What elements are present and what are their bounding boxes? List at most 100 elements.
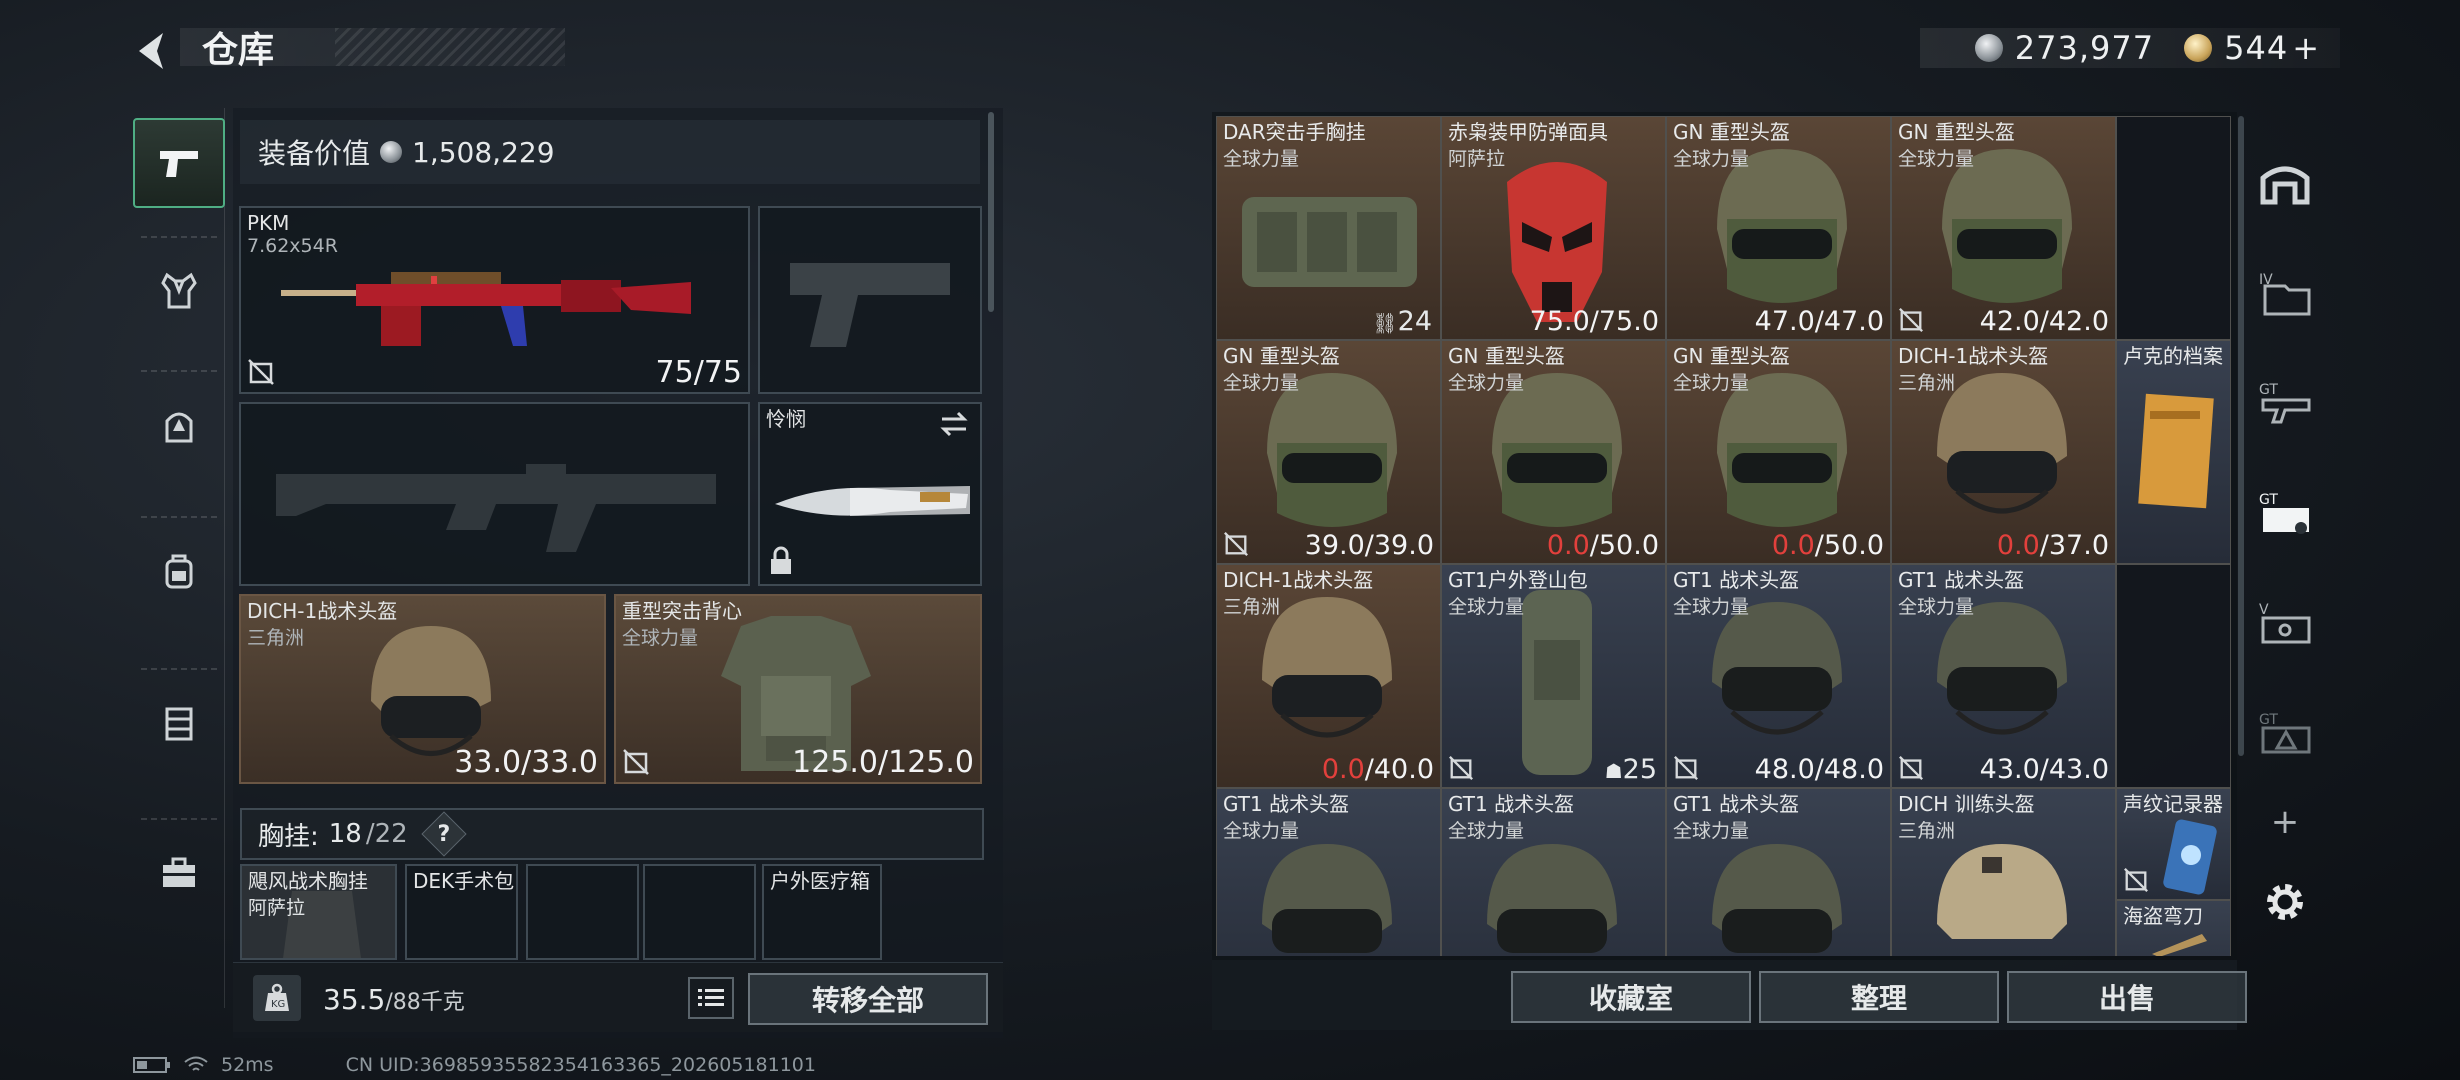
stash-item[interactable]: GN 重型头盔 全球力量 0.0/50.0: [1441, 340, 1666, 564]
stash-tab-main[interactable]: [2245, 142, 2325, 222]
item-count-value: 25: [1622, 754, 1657, 785]
equipment-value: 1,508,229: [412, 135, 555, 169]
chest-rig-total: /22: [365, 819, 408, 849]
stash-item[interactable]: GT1 战术头盔 全球力量 43.0/43.0: [1891, 564, 2116, 788]
sell-button[interactable]: 出售: [2007, 971, 2247, 1023]
stash-tab-iv[interactable]: IV: [2245, 252, 2325, 332]
item-sub: 全球力量: [1223, 148, 1300, 170]
stash-item[interactable]: 声纹记录器: [2116, 788, 2231, 900]
weapon-name: PKM: [247, 211, 290, 235]
svg-text:GT: GT: [2259, 492, 2278, 508]
item-name: DICH-1战术头盔: [1898, 344, 2049, 368]
stash-tab-gt1-gun[interactable]: GT: [2245, 362, 2325, 442]
item-name: 赤枭装甲防弹面具: [1448, 120, 1608, 144]
not-insured-icon: [1899, 756, 1923, 780]
armor-slot[interactable]: 重型突击背心 全球力量 125.0/125.0: [614, 594, 982, 784]
list-view-button[interactable]: [688, 977, 734, 1019]
item-sub: 全球力量: [1898, 148, 1975, 170]
stash-tab-gt1-armor[interactable]: GT: [2245, 472, 2325, 552]
not-insured-icon: [2124, 868, 2148, 892]
voice-recorder-image: [2163, 819, 2217, 895]
stash-item[interactable]: GT1户外登山包 全球力量 ☗25: [1441, 564, 1666, 788]
stash-item[interactable]: GT1 战术头盔 全球力量 48.0/48.0: [1666, 564, 1891, 788]
stash-item[interactable]: 赤枭装甲防弹面具 阿萨拉 75.0/75.0: [1441, 116, 1666, 340]
stash-empty-cell[interactable]: [2116, 116, 2231, 340]
helmet-armor-icon: [165, 412, 193, 443]
item-name: GN 重型头盔: [1673, 120, 1790, 144]
stash-item[interactable]: DICH-1战术头盔 三角洲 0.0/37.0: [1891, 340, 2116, 564]
dossier-image: [2138, 393, 2214, 509]
nav-chest-rig[interactable]: [133, 678, 225, 768]
wifi-icon: [184, 1056, 208, 1071]
melee-slot[interactable]: 怜悯: [758, 402, 982, 586]
add-currency-button[interactable]: +: [2292, 29, 2320, 67]
stash-grid: DAR突击手胸挂 全球力量 ⛓24 赤枭装甲防弹面具 阿萨拉 75.0/75.0…: [1216, 116, 2231, 956]
lock-icon: [771, 546, 791, 574]
item-durability: 0.0/50.0: [1546, 530, 1659, 561]
equipment-value-label: 装备价值: [258, 137, 371, 170]
equipment-scrollbar[interactable]: [988, 112, 994, 312]
item-name: GN 重型头盔: [1898, 120, 2015, 144]
item-name: DICH 训练头盔: [1898, 792, 2035, 816]
stash-item[interactable]: DAR突击手胸挂 全球力量 ⛓24: [1216, 116, 1441, 340]
stash-item[interactable]: GT1 战术头盔 全球力量: [1666, 788, 1891, 956]
stash-item[interactable]: GN 重型头盔 全球力量 47.0/47.0: [1666, 116, 1891, 340]
currency-primary: 273,977: [2014, 29, 2155, 67]
stash-item[interactable]: DICH 训练头盔 三角洲: [1891, 788, 2116, 956]
stash-item[interactable]: GT1 战术头盔 全球力量: [1216, 788, 1441, 956]
item-count: ⛓24: [1372, 306, 1432, 337]
back-button[interactable]: [130, 28, 176, 74]
sort-button[interactable]: 整理: [1759, 971, 1999, 1023]
helmet-slot[interactable]: DICH-1战术头盔 三角洲 33.0/33.0: [239, 594, 606, 784]
secondary-weapon-slot[interactable]: [239, 402, 750, 586]
collection-room-button[interactable]: 收藏室: [1511, 971, 1751, 1023]
nav-weapons[interactable]: [133, 118, 225, 208]
weight-value: 35.5: [323, 983, 386, 1016]
stash-tab-nav: IV GT GT V GT +: [2245, 112, 2325, 992]
stash-item[interactable]: GN 重型头盔 全球力量 42.0/42.0: [1891, 116, 2116, 340]
not-insured-icon: [1899, 308, 1923, 332]
stash-item[interactable]: GN 重型头盔 全球力量 0.0/50.0: [1666, 340, 1891, 564]
item-name: 卢克的档案: [2123, 344, 2223, 368]
stash-item[interactable]: DICH-1战术头盔 三角洲 0.0/40.0: [1216, 564, 1441, 788]
nav-backpack[interactable]: [133, 526, 225, 616]
stash-tab-v[interactable]: V: [2245, 582, 2325, 662]
rig-item-dek-kit[interactable]: DEK手术包: [405, 864, 518, 960]
not-insured-icon: [1449, 756, 1473, 780]
item-sub: 全球力量: [1673, 820, 1750, 842]
item-name: GN 重型头盔: [1448, 344, 1565, 368]
nav-vest[interactable]: [133, 246, 225, 336]
equipment-value-bar: 装备价值 1,508,229: [240, 120, 980, 184]
rig-item-name: 飓风战术胸挂: [248, 869, 368, 893]
rig-empty-slot[interactable]: [526, 864, 639, 960]
stash-scrollbar[interactable]: [2238, 116, 2244, 756]
transfer-all-button[interactable]: 转移全部: [748, 973, 988, 1025]
stash-empty-cell[interactable]: [2116, 564, 2231, 788]
rig-empty-slot[interactable]: [643, 864, 756, 960]
pistol-silhouette-icon: [790, 263, 950, 347]
svg-text:GT: GT: [2259, 382, 2278, 398]
primary-weapon-slot[interactable]: PKM 7.62x54R 75/75: [239, 206, 750, 394]
item-sub: 全球力量: [1898, 596, 1975, 618]
nav-toolbox[interactable]: [133, 828, 225, 918]
rig-item-hurricane-vest[interactable]: 飓风战术胸挂 阿萨拉: [240, 864, 397, 960]
item-name: DICH-1战术头盔: [1223, 568, 1374, 592]
stash-item[interactable]: 卢克的档案: [2116, 340, 2231, 564]
stash-item[interactable]: GN 重型头盔 全球力量 39.0/39.0: [1216, 340, 1441, 564]
not-insured-icon: [1674, 756, 1698, 780]
help-button[interactable]: ?: [421, 811, 467, 857]
chest-rig-icon: [165, 707, 193, 741]
rig-item-medical-box[interactable]: 户外医疗箱: [762, 864, 882, 960]
nav-armor[interactable]: [133, 380, 225, 470]
pistol-slot[interactable]: [758, 206, 982, 394]
add-stash-tab-button[interactable]: +: [2245, 782, 2325, 862]
item-sub: 三角洲: [1898, 372, 1956, 394]
settings-button[interactable]: [2245, 862, 2325, 942]
item-durability: 39.0/39.0: [1304, 530, 1434, 561]
swap-icon[interactable]: [938, 410, 970, 438]
weight-total: /88千克: [385, 990, 465, 1015]
stash-item[interactable]: GT1 战术头盔 全球力量: [1441, 788, 1666, 956]
toolbox-icon: [163, 857, 195, 887]
stash-item[interactable]: 海盗弯刀: [2116, 900, 2231, 956]
stash-tab-gt1-triangle[interactable]: GT: [2245, 692, 2325, 772]
